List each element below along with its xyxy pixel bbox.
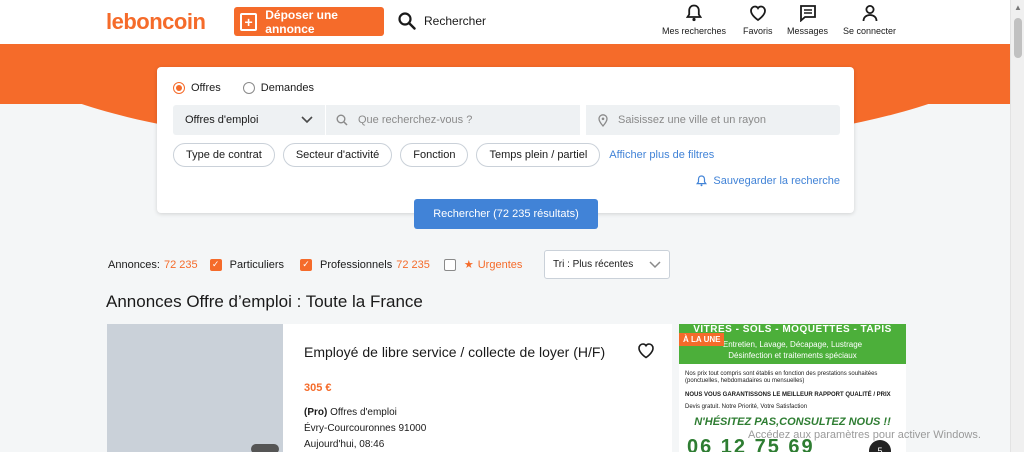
listing-date: Aujourd'hui, 08:46 <box>304 439 385 450</box>
post-ad-button[interactable]: + Déposer une annonce <box>234 7 384 36</box>
filter-chips: Type de contrat Secteur d'activité Fonct… <box>173 143 714 167</box>
radio-button[interactable] <box>242 82 255 94</box>
nav-label: Se connecter <box>843 26 897 36</box>
radio-demandes[interactable]: Demandes <box>242 82 314 94</box>
category-select[interactable]: Offres d'emploi <box>173 105 325 135</box>
nav-login[interactable]: Se connecter <box>843 4 896 36</box>
chip-sector[interactable]: Secteur d'activité <box>282 143 393 167</box>
nav-saved-searches[interactable]: Mes recherches <box>662 4 726 36</box>
chip-full-part-time[interactable]: Temps plein / partiel <box>476 143 601 167</box>
search-icon <box>336 114 348 126</box>
location-placeholder: Saisissez une ville et un rayon <box>618 114 766 126</box>
favorite-heart-icon[interactable] <box>637 342 655 359</box>
page-title: Annonces Offre d’emploi : Toute la Franc… <box>106 292 423 311</box>
annonces-label: Annonces: <box>108 258 160 271</box>
particuliers-checkbox[interactable] <box>209 258 222 271</box>
location-pin-icon <box>598 113 608 127</box>
professionnels-label: Professionnels <box>320 258 393 271</box>
page-scrollbar[interactable]: ▲ <box>1010 0 1024 452</box>
bell-icon <box>686 4 703 22</box>
search-icon <box>398 12 416 30</box>
listing-title[interactable]: Employé de libre service / collecte de l… <box>304 343 624 361</box>
more-filters-link[interactable]: Afficher plus de filtres <box>609 149 714 161</box>
particuliers-label: Particuliers <box>229 258 285 271</box>
chevron-down-icon <box>301 116 313 124</box>
listing-location: Évry-Courcouronnes 91000 <box>304 423 427 434</box>
professionnels-checkbox[interactable] <box>300 258 313 271</box>
ad-line-2: Désinfection et traitements spéciaux <box>728 351 857 360</box>
sort-value: Tri : Plus récentes <box>553 259 634 270</box>
radio-button[interactable] <box>173 82 185 94</box>
ad-body-3: Devis gratuit. Notre Priorité, Votre Sat… <box>685 404 808 410</box>
bell-icon <box>696 175 708 187</box>
listing-category: Offres d'emploi <box>330 407 397 418</box>
urgentes-checkbox[interactable] <box>443 258 456 271</box>
ad-body-2: NOUS VOUS GARANTISSONS LE MEILLEUR RAPPO… <box>685 392 891 398</box>
scrollbar-thumb[interactable] <box>1014 18 1022 58</box>
user-icon <box>862 5 877 22</box>
search-fields: Offres d'emploi Que recherchez-vous ? Sa… <box>173 105 840 135</box>
category-value: Offres d'emploi <box>185 114 259 126</box>
plus-icon: + <box>240 12 258 31</box>
search-link-label: Rechercher <box>424 14 487 28</box>
listing-image-placeholder[interactable] <box>107 324 283 452</box>
chip-contract-type[interactable]: Type de contrat <box>173 143 275 167</box>
radio-label: Demandes <box>260 82 314 94</box>
post-ad-label: Déposer une annonce <box>265 7 338 36</box>
search-input[interactable]: Que recherchez-vous ? <box>326 105 580 135</box>
scroll-up-arrow-icon[interactable]: ▲ <box>1014 3 1022 12</box>
chip-function[interactable]: Fonction <box>400 143 469 167</box>
nav-label: Favoris <box>743 26 773 36</box>
nav-label: Mes recherches <box>662 26 727 36</box>
location-input[interactable]: Saisissez une ville et un rayon <box>586 105 840 135</box>
ad-call-to-action: N'HÉSITEZ PAS,CONSULTEZ NOUS !! <box>694 416 891 428</box>
nav-label: Messages <box>787 26 829 36</box>
windows-activation-watermark: Accédez aux paramètres pour activer Wind… <box>748 429 981 441</box>
radio-label: Offres <box>191 82 221 94</box>
message-icon <box>799 5 816 22</box>
radio-offres[interactable]: Offres <box>173 82 221 94</box>
search-card: Offres Demandes Offres d'emploi Que rech… <box>157 67 854 213</box>
ad-body-1: Nos prix tout compris sont établis en fo… <box>685 371 878 384</box>
listing-category-line: (Pro) Offres d'emploi <box>304 407 397 418</box>
listing-card[interactable]: Employé de libre service / collecte de l… <box>107 324 672 452</box>
leboncoin-logo[interactable]: leboncoin <box>106 9 206 35</box>
search-link[interactable]: Rechercher <box>398 12 486 30</box>
star-icon: ★ <box>463 259 474 271</box>
save-search-link[interactable]: Sauvegarder la recherche <box>696 175 840 187</box>
search-placeholder: Que recherchez-vous ? <box>358 114 473 126</box>
nav-favorites[interactable]: Favoris <box>743 4 773 36</box>
photo-count-badge <box>251 444 279 452</box>
heart-icon <box>749 5 766 22</box>
nav-messages[interactable]: Messages <box>787 4 828 36</box>
results-filter-bar: Annonces: 72 235 Particuliers Profession… <box>108 258 522 271</box>
ad-featured-flag: À LA UNE <box>679 333 725 346</box>
urgentes-label: Urgentes <box>477 258 523 271</box>
listing-price: 305 € <box>304 382 332 394</box>
sort-select[interactable]: Tri : Plus récentes <box>544 250 670 279</box>
top-header: leboncoin + Déposer une annonce Recherch… <box>0 0 1010 44</box>
save-search-label: Sauvegarder la recherche <box>713 175 840 187</box>
submit-search-button[interactable]: Rechercher (72 235 résultats) <box>414 199 598 229</box>
ad-type-radios: Offres Demandes <box>173 82 336 94</box>
chevron-down-icon <box>649 260 661 268</box>
professionnels-count: 72 235 <box>396 258 430 271</box>
annonces-count: 72 235 <box>163 258 198 271</box>
pro-tag: (Pro) <box>304 407 328 418</box>
